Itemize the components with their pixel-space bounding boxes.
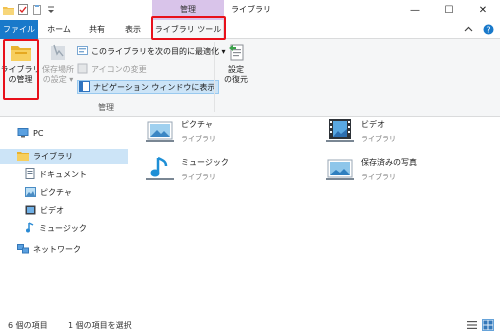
collapse-ribbon-icon[interactable] — [464, 25, 473, 36]
change-icon-icon — [77, 63, 88, 76]
ribbon-tabs: ファイル ホーム 共有 表示 ライブラリ ツール ? — [0, 20, 500, 40]
manage-library-label-2: の管理 — [8, 75, 33, 84]
tab-library-tools[interactable]: ライブラリ ツール — [152, 20, 224, 40]
close-button[interactable]: ✕ — [466, 0, 500, 20]
item-count: 6 個の項目 — [8, 320, 48, 330]
music-library-icon — [146, 156, 174, 182]
nav-network-label: ネットワーク — [33, 245, 81, 254]
library-folder-icon — [10, 42, 32, 65]
folder-icon[interactable] — [3, 4, 14, 15]
large-icons-view-button[interactable] — [482, 319, 494, 331]
selection-count: 1 個の項目を選択 — [68, 320, 132, 330]
optimize-library-button[interactable]: このライブラリを次の目的に最適化 ▾ — [77, 45, 226, 58]
manage-library-label-1: ライブラリ — [0, 65, 41, 74]
videos-library-icon — [326, 118, 354, 144]
library-item-kind: ライブラリ — [181, 172, 216, 181]
window-title: ライブラリ — [231, 5, 271, 14]
nav-item-network[interactable]: ネットワーク — [0, 242, 128, 257]
context-group-label: 管理 — [152, 0, 224, 20]
music-icon — [25, 222, 35, 235]
network-icon — [17, 243, 29, 256]
nav-music-label: ミュージック — [39, 224, 87, 233]
optimize-label: このライブラリを次の目的に最適化 ▾ — [91, 47, 226, 56]
properties-icon[interactable] — [17, 4, 28, 15]
nav-pictures-label: ピクチャ — [40, 188, 72, 197]
saved-pictures-library-icon — [326, 156, 354, 182]
content-pane: ピクチャ ライブラリ ビデオ ライブラリ ミュージック ライブラリ 保存済みの写… — [128, 118, 500, 313]
library-item-kind: ライブラリ — [361, 134, 396, 143]
nav-pane-icon — [79, 80, 90, 94]
show-in-nav-label: ナビゲーション ウィンドウに表示 — [93, 82, 216, 92]
navigation-pane: PC ライブラリ ドキュメント ピクチャ ビデオ ミュージック ネットワーク — [0, 118, 128, 313]
ribbon-group-manage-label: 管理 — [98, 103, 114, 112]
nav-item-libraries[interactable]: ライブラリ — [0, 149, 128, 164]
change-icon-label: アイコンの変更 — [91, 65, 147, 74]
library-item-name: ピクチャ — [181, 119, 213, 129]
library-item-videos[interactable]: ビデオ ライブラリ — [326, 118, 396, 144]
maximize-button[interactable]: ☐ — [432, 0, 466, 20]
library-item-saved-pictures[interactable]: 保存済みの写真 ライブラリ — [326, 156, 417, 182]
library-item-name: ミュージック — [181, 157, 229, 167]
nav-item-pictures[interactable]: ピクチャ — [0, 185, 128, 200]
library-item-music[interactable]: ミュージック ライブラリ — [146, 156, 229, 182]
videos-icon — [25, 205, 36, 217]
nav-videos-label: ビデオ — [40, 206, 64, 215]
tab-share[interactable]: 共有 — [84, 20, 110, 39]
library-item-kind: ライブラリ — [361, 172, 396, 181]
new-folder-icon[interactable] — [31, 4, 42, 15]
library-item-kind: ライブラリ — [181, 134, 216, 143]
tab-file[interactable]: ファイル — [0, 20, 38, 39]
pc-icon — [17, 127, 29, 140]
restore-settings-button[interactable]: 設定 の復元 — [220, 42, 252, 85]
customize-toolbar-icon[interactable] — [45, 4, 56, 15]
library-item-pictures[interactable]: ピクチャ ライブラリ — [146, 118, 216, 144]
nav-libraries-label: ライブラリ — [33, 152, 73, 161]
nav-item-music[interactable]: ミュージック — [0, 221, 128, 236]
details-view-icon — [467, 321, 477, 329]
quick-access-toolbar — [3, 4, 56, 15]
status-bar: 6 個の項目 1 個の項目を選択 — [0, 315, 500, 335]
save-location-icon — [48, 42, 68, 65]
documents-icon — [25, 168, 35, 181]
nav-item-videos[interactable]: ビデオ — [0, 203, 128, 218]
nav-item-documents[interactable]: ドキュメント — [0, 167, 128, 182]
pictures-library-icon — [146, 118, 174, 144]
tab-home[interactable]: ホーム — [44, 20, 74, 39]
help-icon[interactable]: ? — [483, 24, 494, 37]
save-location-label-1: 保存場所 — [42, 65, 74, 74]
nav-item-pc[interactable]: PC — [0, 126, 128, 141]
ribbon-separator — [214, 42, 215, 112]
tab-view[interactable]: 表示 — [120, 20, 146, 39]
optimize-icon — [77, 45, 88, 58]
pictures-icon — [25, 186, 36, 199]
ribbon: ライブラリ の管理 保存場所 の設定 ▾ このライブラリを次の目的に最適化 ▾ … — [0, 39, 500, 117]
svg-text:?: ? — [486, 25, 490, 34]
restore-settings-label-1: 設定 — [228, 65, 244, 74]
change-icon-button[interactable]: アイコンの変更 — [77, 63, 147, 76]
show-in-nav-pane-button[interactable]: ナビゲーション ウィンドウに表示 — [77, 80, 220, 94]
library-item-name: 保存済みの写真 — [361, 157, 417, 167]
manage-library-button[interactable]: ライブラリ の管理 — [1, 42, 41, 85]
title-bar: 管理 ライブラリ — ☐ ✕ — [0, 0, 500, 20]
restore-settings-label-2: の復元 — [224, 75, 248, 84]
nav-pc-label: PC — [33, 129, 44, 138]
save-location-label-2: の設定 ▾ — [42, 75, 74, 84]
set-save-location-button[interactable]: 保存場所 の設定 ▾ — [41, 42, 75, 85]
restore-settings-icon — [226, 42, 246, 65]
minimize-button[interactable]: — — [398, 0, 432, 20]
details-view-button[interactable] — [466, 319, 478, 331]
large-icons-view-icon — [483, 320, 493, 330]
nav-documents-label: ドキュメント — [39, 170, 87, 179]
libraries-icon — [17, 151, 29, 163]
library-item-name: ビデオ — [361, 119, 385, 129]
